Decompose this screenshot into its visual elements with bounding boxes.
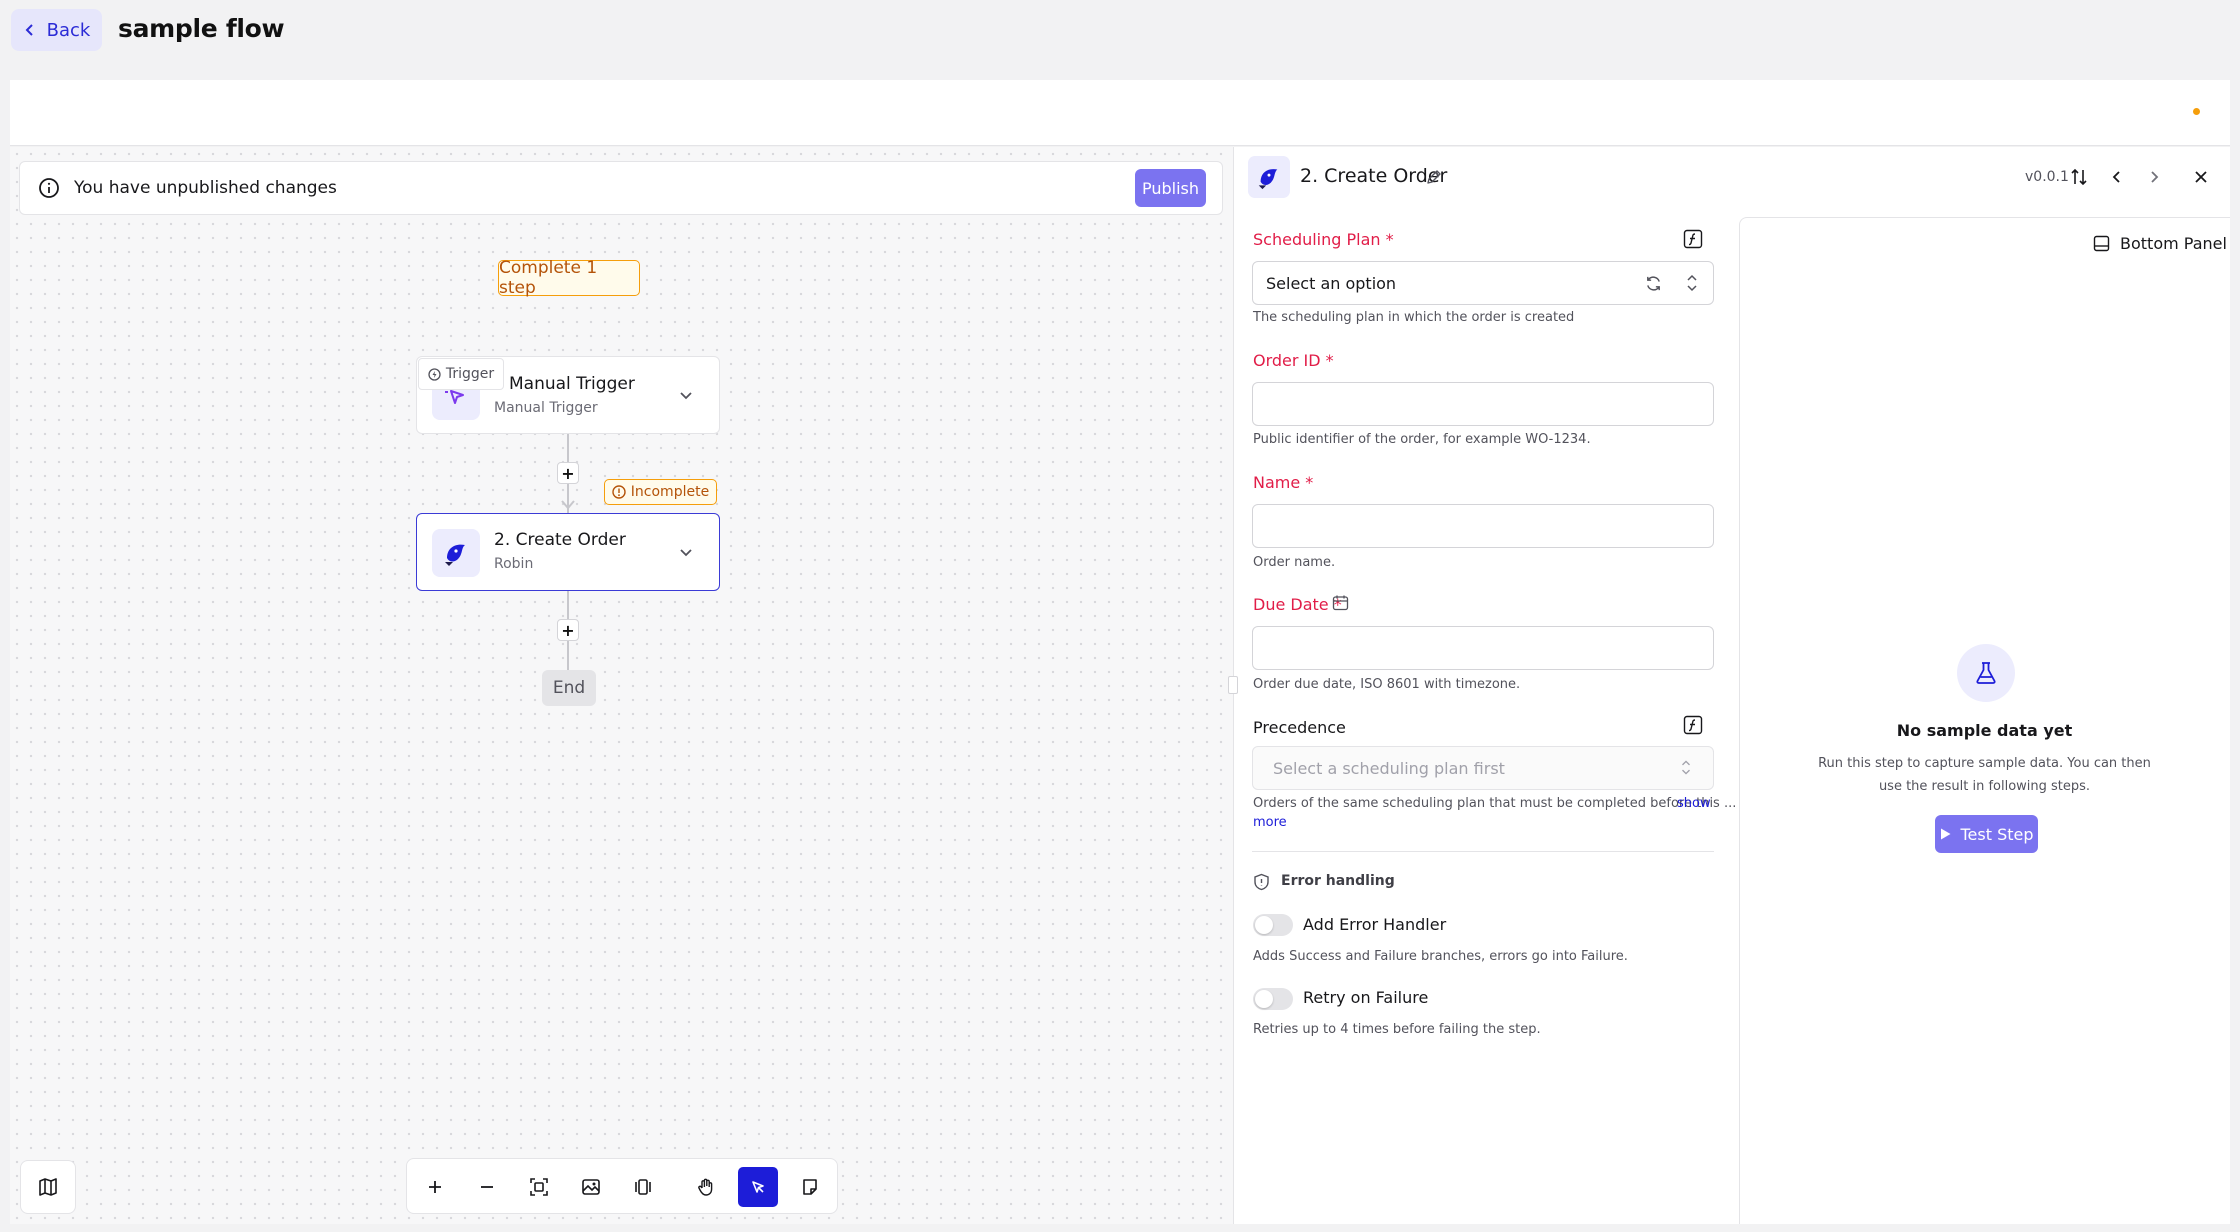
flask-icon [1957,644,2015,702]
play-icon [1941,828,1951,840]
bottom-panel-button[interactable]: Bottom Panel [2093,234,2227,253]
scheduling-plan-placeholder: Select an option [1266,273,1397,293]
calendar-icon[interactable] [1332,594,1349,611]
name-input[interactable] [1252,504,1714,548]
chevron-left-icon [25,24,33,36]
robin-logo-icon [432,529,480,577]
minimap-button[interactable] [20,1160,76,1214]
minus-icon [481,1186,493,1188]
columns-icon [635,1179,651,1195]
status-dot [2193,108,2200,115]
add-step-button[interactable]: + [557,462,579,484]
order-node-subtitle: Robin [494,556,534,572]
retry-on-failure-toggle[interactable] [1253,988,1293,1010]
show-more-link-continued[interactable]: more [1253,815,1287,830]
add-step-button[interactable]: + [557,619,579,641]
unpublished-banner: You have unpublished changes [19,161,1223,215]
section-divider [1252,851,1714,852]
shield-icon [1254,873,1269,891]
layout-button[interactable] [623,1167,663,1207]
image-icon [582,1179,600,1195]
formula-icon[interactable] [1683,229,1703,249]
fit-view-button[interactable] [519,1167,559,1207]
panel-bottom-icon [2093,235,2110,252]
show-more-link[interactable]: show [1677,796,1711,811]
select-tool-button[interactable] [738,1167,778,1207]
publish-button[interactable]: Publish [1135,169,1206,207]
retry-on-failure-help: Retries up to 4 times before failing the… [1253,1022,1541,1037]
note-tool-button[interactable] [790,1167,830,1207]
add-error-handler-toggle[interactable] [1253,914,1293,936]
swap-vertical-icon[interactable] [2069,167,2089,187]
create-order-node[interactable]: 2. Create Order Robin [416,513,720,591]
bottom-panel-label: Bottom Panel [2120,234,2227,253]
hand-icon [698,1178,713,1196]
pointer-icon [752,1181,764,1193]
test-step-button[interactable]: Test Step [1935,815,2038,853]
precedence-label: Precedence [1253,718,1346,737]
sticky-note-icon [803,1179,817,1195]
chevron-down-icon[interactable] [678,387,694,403]
add-error-handler-help: Adds Success and Failure branches, error… [1253,949,1628,964]
scheduling-plan-help: The scheduling plan in which the order i… [1253,310,1575,325]
close-icon[interactable] [2191,167,2211,187]
resize-handle[interactable] [1228,676,1238,694]
canvas-toolbar [406,1158,838,1214]
top-bar [10,80,2230,146]
test-step-label: Test Step [1960,824,2034,844]
chevron-down-icon[interactable] [678,544,694,560]
precedence-help: Orders of the same scheduling plan that … [1253,796,1737,811]
zoom-out-button[interactable] [467,1167,507,1207]
plus-icon [429,1181,441,1193]
pan-tool-button[interactable] [686,1167,726,1207]
version-label: v0.0.1 [2025,169,2069,185]
back-label: Back [46,19,91,41]
info-icon [39,178,59,198]
trigger-node-title: Manual Trigger [509,374,635,394]
name-label: Name * [1253,473,1314,492]
due-date-help: Order due date, ISO 8601 with timezone. [1253,677,1521,692]
incomplete-label: Incomplete [630,484,710,500]
back-button[interactable]: Back [11,9,102,51]
zoom-in-button[interactable] [415,1167,455,1207]
alert-circle-icon [612,485,626,499]
incomplete-badge: Incomplete [604,479,717,505]
flow-canvas[interactable] [10,147,1233,1224]
map-icon [39,1178,57,1196]
order-id-label: Order ID * [1253,351,1334,370]
chevron-left-icon[interactable] [2107,167,2127,187]
trigger-tag: Trigger [418,358,504,390]
bolt-circle-icon [428,367,441,381]
chevron-up-down-icon [1687,274,1697,292]
no-sample-data-description: Run this step to capture sample data. Yo… [1818,756,2151,794]
pencil-icon[interactable] [1425,168,1443,186]
scheduling-plan-label: Scheduling Plan * [1253,230,1394,249]
due-date-input[interactable] [1252,626,1714,670]
retry-on-failure-label: Retry on Failure [1303,988,1429,1007]
robin-logo-icon [1248,156,1290,198]
order-node-title: 2. Create Order [494,530,626,550]
end-node: End [542,670,596,706]
order-id-input[interactable] [1252,382,1714,426]
trigger-tag-label: Trigger [445,366,495,382]
trigger-node-subtitle: Manual Trigger [494,400,598,416]
fit-view-icon [530,1178,548,1196]
precedence-select[interactable]: Select a scheduling plan first [1252,746,1714,790]
no-sample-data-title: No sample data yet [1896,721,2073,740]
order-id-help: Public identifier of the order, for exam… [1253,432,1591,447]
chevron-right-icon[interactable] [2144,167,2164,187]
export-image-button[interactable] [571,1167,611,1207]
error-handling-title: Error handling [1281,873,1395,889]
arrow-down-icon [561,500,575,510]
complete-steps-badge[interactable]: Complete 1 step [498,258,640,298]
refresh-icon[interactable] [1644,274,1663,293]
banner-message: You have unpublished changes [74,178,337,198]
add-error-handler-label: Add Error Handler [1303,915,1447,934]
due-date-label: Due Date * [1253,595,1342,614]
chevron-up-down-icon [1682,760,1690,775]
name-help: Order name. [1253,555,1336,570]
formula-icon[interactable] [1683,715,1703,735]
precedence-placeholder: Select a scheduling plan first [1273,758,1505,778]
flow-title[interactable]: sample flow [118,14,285,43]
